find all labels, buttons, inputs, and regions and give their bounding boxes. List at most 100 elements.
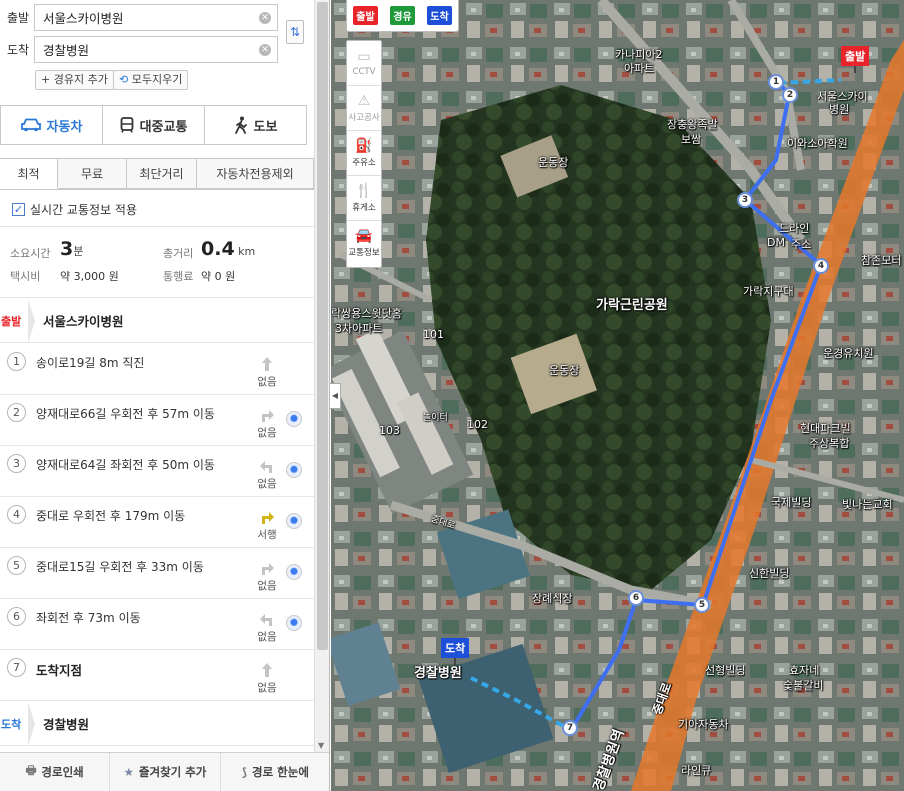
tab-optimal[interactable]: 최적 bbox=[0, 158, 58, 189]
route-node-5[interactable]: 5 bbox=[694, 597, 710, 613]
route-node-4[interactable]: 4 bbox=[813, 258, 829, 274]
map-label-hyoja[interactable]: 효자네 bbox=[789, 662, 819, 678]
map-label-drive[interactable]: 드라인 bbox=[779, 220, 809, 236]
realtime-label: 실시간 교통정보 적용 bbox=[30, 203, 137, 217]
end-point-row[interactable]: 도착 경찰병원 bbox=[0, 701, 314, 746]
clear-all-button[interactable]: ⟲ 모두지우기 bbox=[113, 70, 189, 90]
map-label-jangrye[interactable]: 장례식장 bbox=[532, 590, 572, 606]
accident-icon: ⚠ bbox=[357, 92, 371, 109]
map-label-gukje[interactable]: 국제빌딩 bbox=[771, 494, 811, 510]
tool-rest-area[interactable]: 🍴 휴게소 bbox=[347, 176, 381, 221]
map-label-garak-police[interactable]: 가락지구대 bbox=[743, 283, 794, 299]
map-label-gia[interactable]: 기아자동차 bbox=[678, 716, 729, 732]
map-label-hyoja-2[interactable]: 숯불갈비 bbox=[783, 677, 823, 693]
route-node-3[interactable]: 3 bbox=[737, 192, 753, 208]
dest-flag-button[interactable]: 도착 bbox=[427, 6, 452, 25]
route-step[interactable]: 3 양재대로64길 좌회전 후 50m 이동 없음 bbox=[0, 446, 314, 497]
tab-no-expressway[interactable]: 자동차전용제외 bbox=[197, 158, 314, 189]
start-point-row[interactable]: 출발 서울스카이병원 bbox=[0, 298, 314, 343]
map-label-hyundai-2[interactable]: 주상복합 bbox=[809, 435, 849, 451]
route-node-6[interactable]: 6 bbox=[628, 590, 644, 606]
print-route-button[interactable]: 🖶 경로인쇄 bbox=[0, 753, 111, 791]
map-label-sports-field[interactable]: 운동장 bbox=[538, 154, 568, 170]
route-step[interactable]: 5 중대로15길 우회전 후 33m 이동 없음 bbox=[0, 548, 314, 599]
collapse-panel-icon[interactable]: ◀ bbox=[330, 383, 341, 409]
tool-accident[interactable]: ⚠ 사고공사 bbox=[347, 86, 381, 131]
map-label-jangchung[interactable]: 장충왕족발 bbox=[667, 116, 718, 132]
add-favorite-button[interactable]: ★ 즐겨찾기 추가 bbox=[110, 753, 221, 791]
step-number: 6 bbox=[7, 607, 26, 626]
swap-icon[interactable]: ⇅ bbox=[286, 20, 304, 44]
start-row: 출발 서울스카이병원 ✕ bbox=[0, 3, 278, 31]
realtime-traffic-option[interactable]: ✓ 실시간 교통정보 적용 bbox=[12, 201, 137, 218]
route-overview-button[interactable]: ⟆ 경로 한눈에 bbox=[221, 753, 329, 791]
map-label-iwa[interactable]: 이와소아학원 bbox=[787, 135, 848, 151]
map-label-bldg-101[interactable]: 101 bbox=[423, 328, 444, 341]
route-step[interactable]: 1 송이로19길 8m 직진 없음 bbox=[0, 344, 314, 395]
map-label-dm[interactable]: DM bbox=[767, 236, 785, 249]
map-label-jangchung-2[interactable]: 보쌈 bbox=[681, 131, 701, 147]
map-label-unkyung[interactable]: 운경유치원 bbox=[823, 345, 874, 361]
tool-traffic-info[interactable]: 🚘 교통정보 bbox=[347, 221, 381, 266]
panel-scrollbar[interactable]: ▼ bbox=[314, 0, 329, 752]
map-label-apartment-name[interactable]: 락쌍용스윗닷홈 bbox=[331, 305, 402, 321]
tab-free[interactable]: 무료 bbox=[58, 158, 127, 189]
clear-start-icon[interactable]: ✕ bbox=[259, 11, 271, 24]
route-node-2[interactable]: 2 bbox=[782, 87, 798, 103]
route-step[interactable]: 4 중대로 우회전 후 179m 이동 서행 bbox=[0, 497, 314, 548]
add-waypoint-button[interactable]: + 경유지 추가 bbox=[35, 70, 114, 90]
realtime-checkbox[interactable]: ✓ bbox=[12, 203, 25, 216]
map-label-sports-field-2[interactable]: 운동장 bbox=[549, 362, 579, 378]
map-label-shinhan[interactable]: 신한빌딩 bbox=[749, 565, 789, 581]
tab-transit[interactable]: 대중교통 bbox=[103, 106, 205, 144]
map-dest-flag[interactable]: 도착 bbox=[441, 638, 470, 665]
route-step[interactable]: 6 좌회전 후 73m 이동 없음 bbox=[0, 599, 314, 650]
map-label-park[interactable]: 가락근린공원 bbox=[596, 294, 668, 313]
cctv-icon[interactable] bbox=[286, 411, 302, 427]
start-input[interactable]: 서울스카이병원 ✕ bbox=[34, 3, 278, 31]
route-node-7[interactable]: 7 bbox=[562, 720, 578, 736]
clear-dest-icon[interactable]: ✕ bbox=[259, 43, 271, 56]
tool-gas-station[interactable]: ⛽ 주유소 bbox=[347, 131, 381, 176]
start-flag-button[interactable]: 출발 bbox=[353, 6, 378, 25]
via-flag-button[interactable]: 경유 bbox=[390, 6, 415, 25]
transport-mode-tabs: 자동차 대중교통 도보 bbox=[0, 105, 307, 145]
map-label-apartment-name-2[interactable]: 3차아파트 bbox=[335, 320, 382, 336]
map-label-apt[interactable]: 아파트 bbox=[624, 60, 654, 76]
map-label-playground[interactable]: 놀이터 bbox=[423, 410, 448, 423]
tab-shortest[interactable]: 최단거리 bbox=[127, 158, 197, 189]
route-node-1[interactable]: 1 bbox=[768, 74, 784, 90]
route-overview-label: 경로 한눈에 bbox=[252, 765, 309, 779]
refresh-icon: ⟲ bbox=[119, 73, 129, 86]
cctv-icon[interactable] bbox=[286, 462, 302, 478]
cctv-icon[interactable] bbox=[286, 615, 302, 631]
tab-walk[interactable]: 도보 bbox=[205, 106, 306, 144]
map-label-bldg-102[interactable]: 102 bbox=[467, 418, 488, 431]
step-instruction: 중대로 우회전 후 179m 이동 bbox=[36, 509, 186, 523]
map-label-sky-hospital-2[interactable]: 병원 bbox=[829, 101, 849, 117]
cctv-icon[interactable] bbox=[286, 513, 302, 529]
map-label-raingyu[interactable]: 라인큐 bbox=[681, 762, 711, 778]
tool-gas-station-label: 주유소 bbox=[352, 157, 376, 168]
cctv-icon[interactable] bbox=[286, 564, 302, 580]
route-step[interactable]: 7 도착지점 없음 bbox=[0, 650, 314, 701]
scrollbar-thumb[interactable] bbox=[317, 2, 328, 650]
tab-car[interactable]: 자동차 bbox=[1, 106, 103, 144]
satellite-map[interactable]: 카나피아2 아파트 장충왕족발 보쌈 서울스카이 병원 이와소아학원 운동장 드… bbox=[331, 0, 904, 791]
map-label-bitnaneun[interactable]: 빛나는교회 bbox=[842, 496, 893, 512]
map-label-dm-2[interactable]: 주소 bbox=[791, 236, 811, 252]
right-turn-icon bbox=[258, 559, 276, 577]
end-point-name: 경찰병원 bbox=[43, 717, 90, 732]
map-label-seonhyung[interactable]: 선형빌딩 bbox=[705, 662, 745, 678]
scroll-down-icon[interactable]: ▼ bbox=[318, 741, 324, 750]
tool-cctv[interactable]: ▭ CCTV bbox=[347, 41, 381, 86]
map-label-chamjon[interactable]: 참존모터 bbox=[861, 252, 901, 268]
map-start-flag[interactable]: 출발 bbox=[841, 46, 870, 73]
map-label-bldg-103[interactable]: 103 bbox=[379, 424, 400, 437]
right-turn-icon bbox=[258, 508, 276, 526]
route-step[interactable]: 2 양재대로66길 우회전 후 57m 이동 없음 bbox=[0, 395, 314, 446]
dest-row: 도착 경찰병원 ✕ bbox=[0, 35, 278, 63]
step-traffic-status: 없음 bbox=[257, 376, 277, 388]
dest-input[interactable]: 경찰병원 ✕ bbox=[34, 35, 278, 63]
map-label-hyundai[interactable]: 현대파크빌 bbox=[800, 420, 851, 436]
